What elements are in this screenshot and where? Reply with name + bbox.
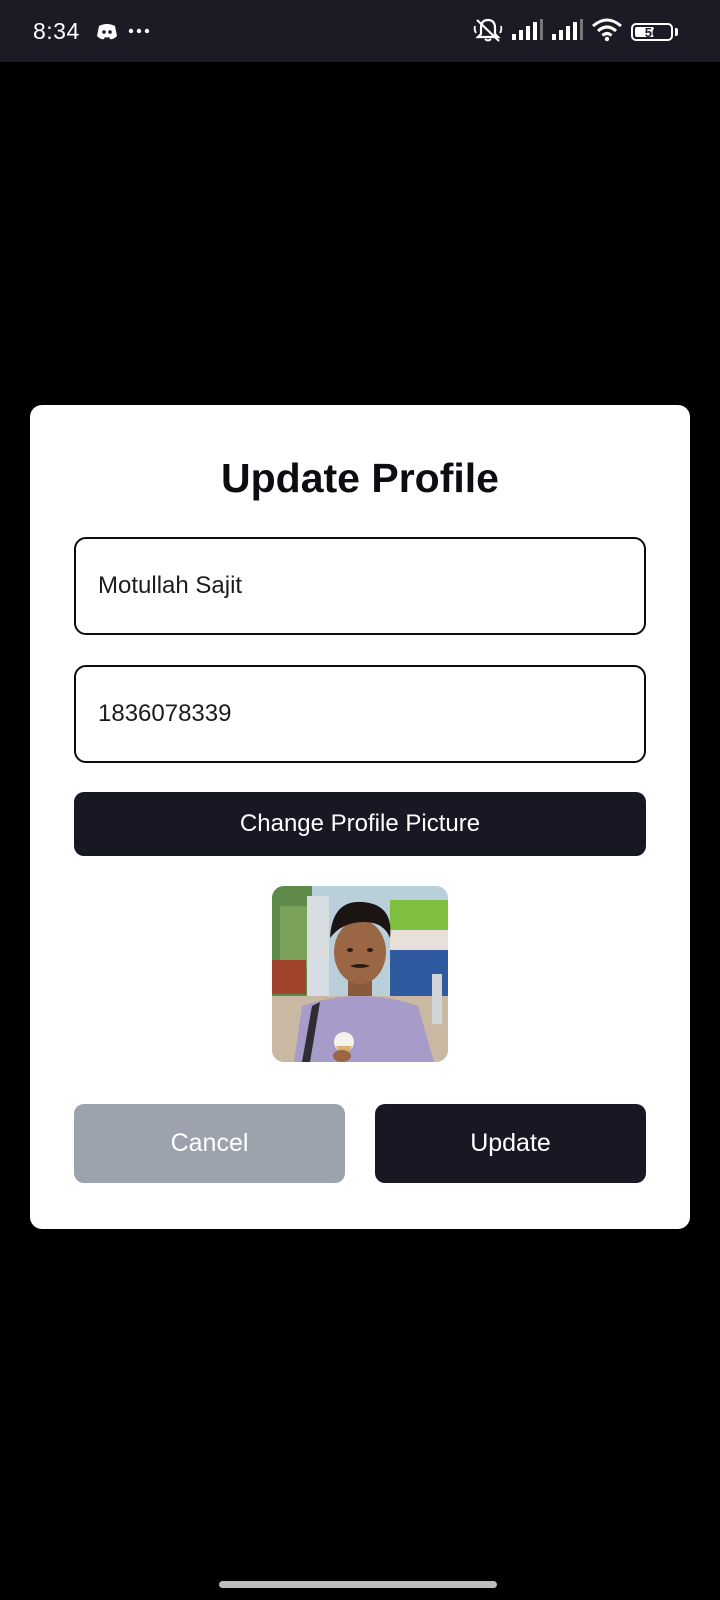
home-indicator[interactable] (219, 1581, 497, 1588)
change-profile-picture-button[interactable]: Change Profile Picture (74, 792, 646, 856)
signal-icon (511, 18, 543, 46)
discord-icon (96, 22, 118, 47)
signal-icon (551, 18, 583, 46)
update-profile-dialog: Update Profile Change Profile Picture (30, 405, 690, 1229)
name-input[interactable] (74, 537, 646, 635)
update-button[interactable]: Update (375, 1104, 646, 1183)
more-dots-icon (128, 24, 150, 43)
status-icons: 56 (473, 18, 678, 46)
profile-picture[interactable] (272, 886, 448, 1062)
wifi-icon (591, 18, 623, 47)
battery-tip (675, 28, 678, 36)
silent-bell-icon (473, 17, 503, 48)
phone-input[interactable] (74, 665, 646, 763)
profile-photo-image (272, 886, 448, 1062)
status-time: 8:34 (33, 18, 80, 44)
battery-level: 56 (644, 24, 660, 40)
battery-icon: 56 (631, 23, 673, 41)
status-bar: 8:34 56 (0, 0, 720, 62)
dialog-title: Update Profile (221, 455, 499, 501)
cancel-button[interactable]: Cancel (74, 1104, 345, 1183)
